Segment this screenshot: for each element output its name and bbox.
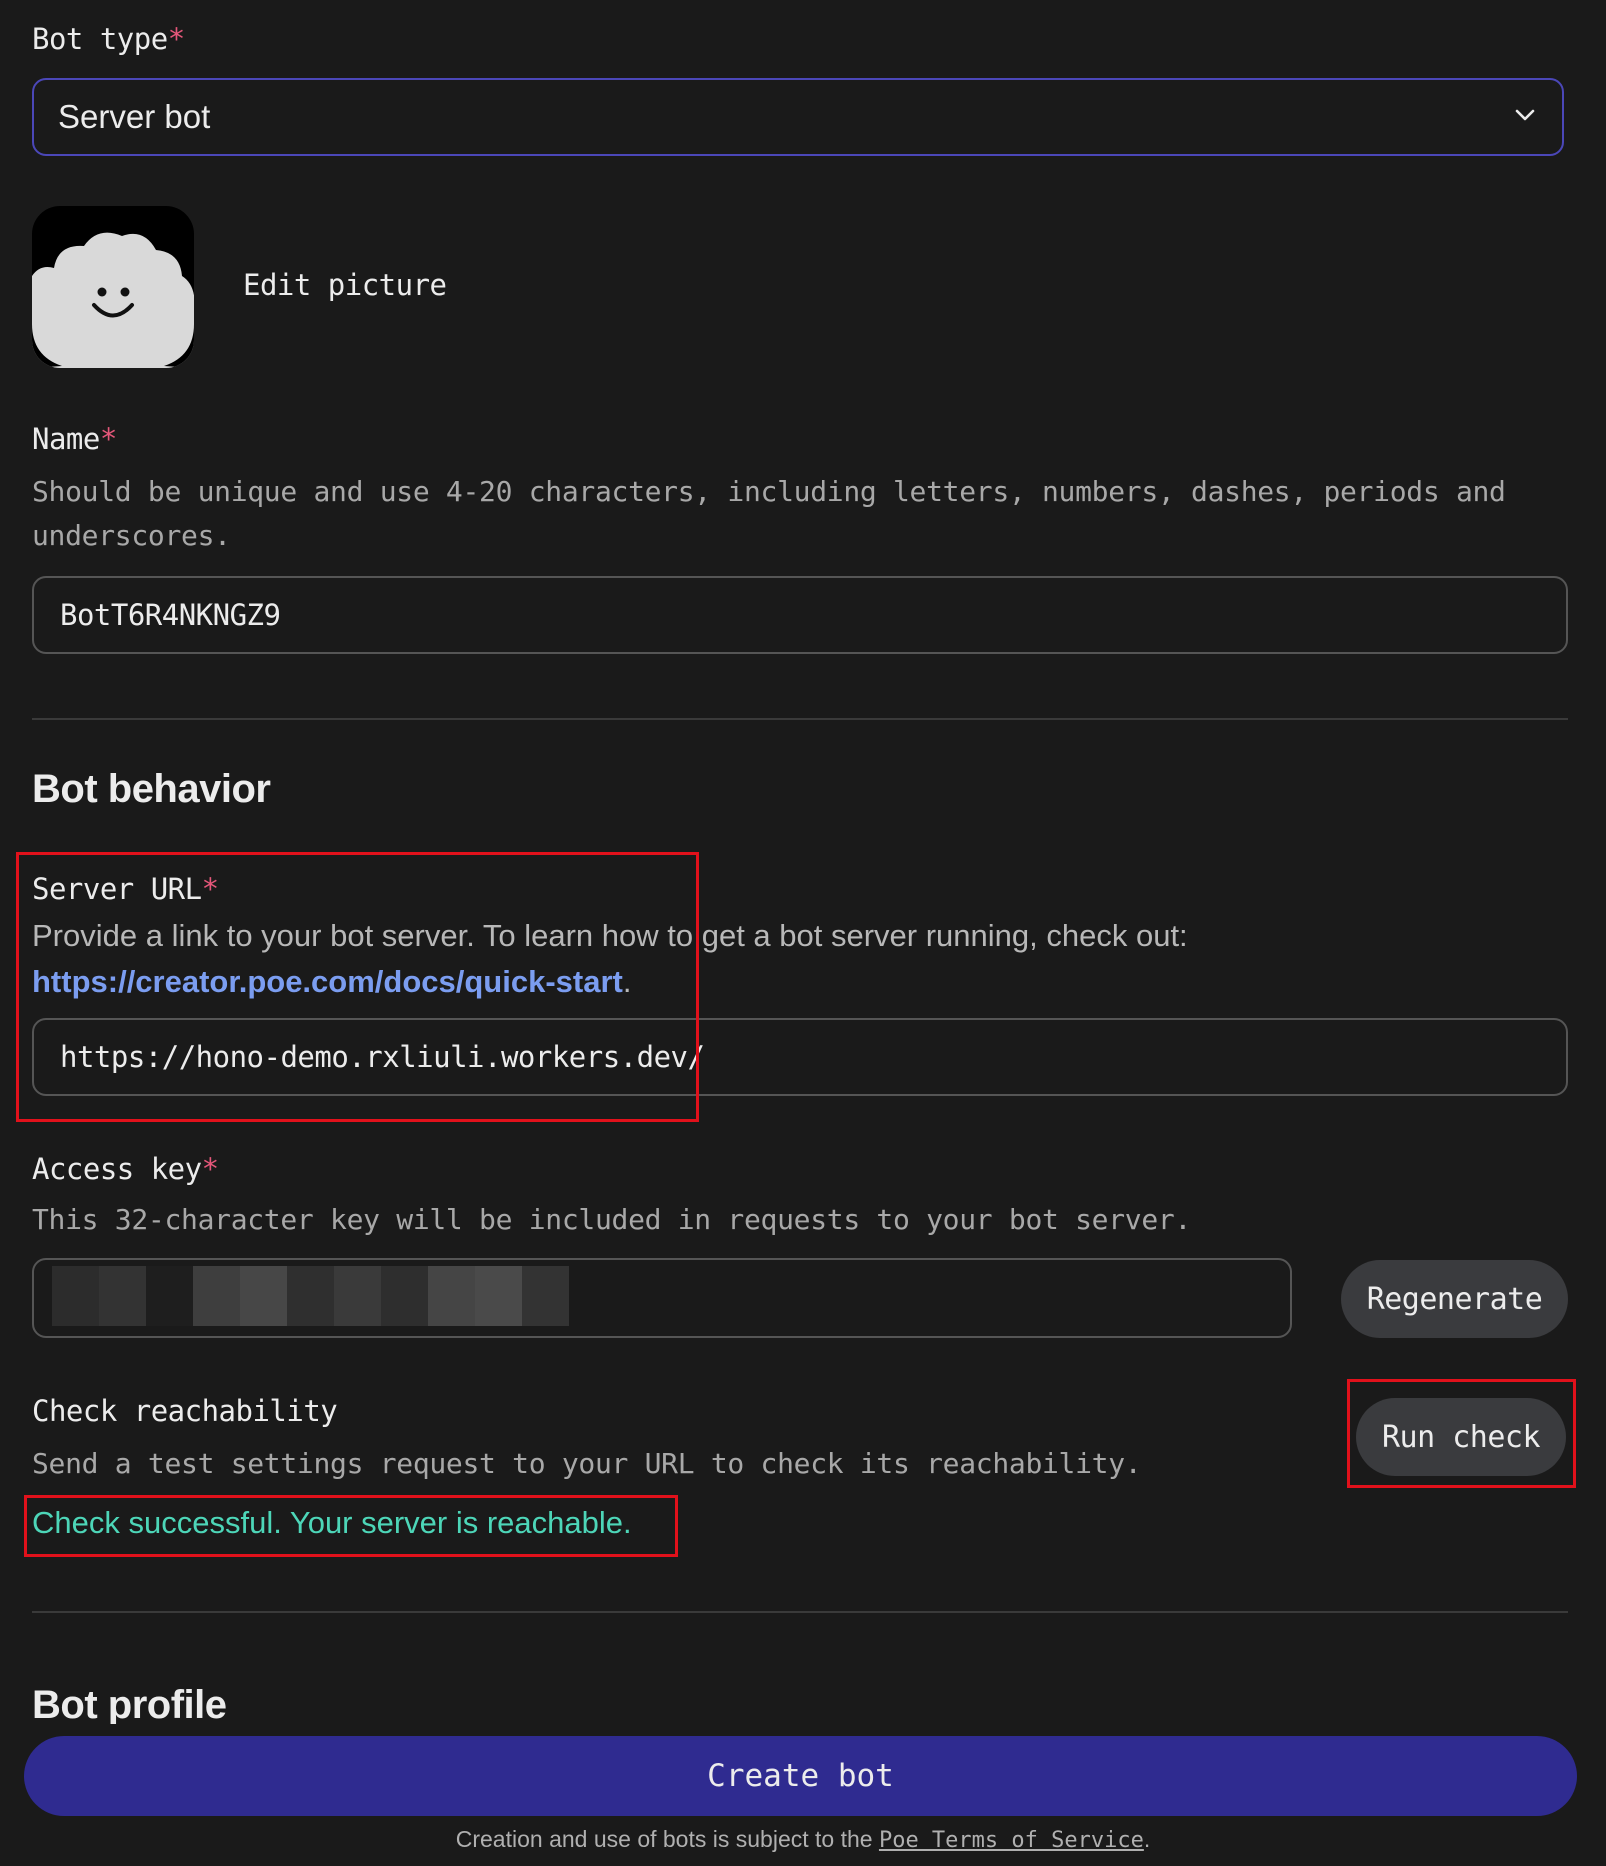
name-hint: Should be unique and use 4-20 characters… xyxy=(32,470,1572,558)
access-key-masked-value xyxy=(52,1266,572,1326)
check-reachability-hint: Send a test settings request to your URL… xyxy=(32,1447,1142,1480)
name-hint-line-1: Should be unique and use 4-20 characters… xyxy=(32,475,1506,508)
bot-avatar[interactable] xyxy=(32,206,194,368)
regenerate-button[interactable]: Regenerate xyxy=(1341,1260,1568,1338)
name-input[interactable]: BotT6R4NKNGZ9 xyxy=(32,576,1568,654)
bot-type-select[interactable]: Server bot xyxy=(32,78,1564,156)
bot-type-label-text: Bot type xyxy=(32,22,168,56)
annotation-box-server-url xyxy=(16,852,699,1122)
access-key-label: Access key* xyxy=(32,1152,219,1186)
required-mark: * xyxy=(201,1152,219,1186)
check-reachability-label: Check reachability xyxy=(32,1394,338,1428)
terms-prefix: Creation and use of bots is subject to t… xyxy=(455,1826,879,1852)
required-mark: * xyxy=(99,422,117,456)
access-key-label-text: Access key xyxy=(32,1152,202,1186)
name-label-text: Name xyxy=(32,422,100,456)
terms-suffix: . xyxy=(1143,1826,1151,1852)
bot-type-label: Bot type* xyxy=(32,22,185,56)
section-divider xyxy=(32,1611,1568,1613)
bot-type-selected-value: Server bot xyxy=(58,98,211,135)
annotation-box-check-result xyxy=(24,1495,678,1557)
annotation-box-run-check xyxy=(1347,1379,1576,1488)
section-divider xyxy=(32,718,1568,720)
bot-profile-title: Bot profile xyxy=(32,1683,227,1727)
terms-notice: Creation and use of bots is subject to t… xyxy=(0,1826,1606,1853)
chevron-down-icon xyxy=(1512,102,1538,133)
create-bot-button[interactable]: Create bot xyxy=(24,1736,1577,1816)
terms-of-service-link[interactable]: Poe Terms of Service xyxy=(879,1828,1144,1853)
name-label: Name* xyxy=(32,422,117,456)
smiling-cloud-avatar-icon xyxy=(32,232,194,368)
edit-picture-link[interactable]: Edit picture xyxy=(243,268,447,302)
page: { "bot_type": { "label": "Bot type", "re… xyxy=(0,0,1606,1866)
bot-behavior-title: Bot behavior xyxy=(32,767,271,811)
name-input-value: BotT6R4NKNGZ9 xyxy=(60,598,281,632)
access-key-hint: This 32-character key will be included i… xyxy=(32,1203,1192,1236)
required-mark: * xyxy=(167,22,185,56)
name-hint-line-2: underscores. xyxy=(32,519,231,552)
